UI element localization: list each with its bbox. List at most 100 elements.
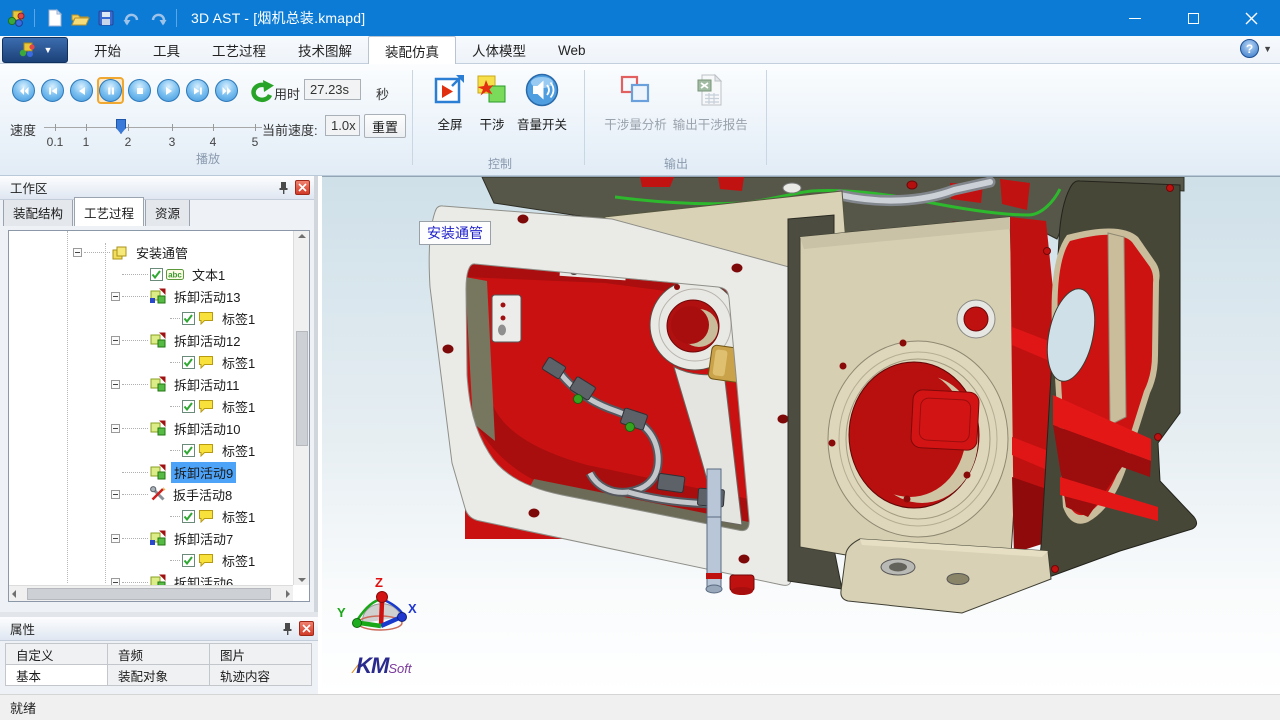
tab-人体模型[interactable]: 人体模型 <box>456 36 542 64</box>
tree-item-标签1[interactable]: 标签1 <box>159 395 258 417</box>
checkbox-checked-icon[interactable] <box>182 554 195 567</box>
help-icon[interactable]: ? <box>1240 39 1259 58</box>
tree-item-标签1[interactable]: 标签1 <box>159 505 258 527</box>
tree-expander[interactable] <box>111 292 120 301</box>
volume-button[interactable]: 音量开关 <box>517 64 567 148</box>
close-icon[interactable] <box>295 180 310 195</box>
tab-技术图解[interactable]: 技术图解 <box>282 36 368 64</box>
tree-item-label[interactable]: 拆卸活动9 <box>171 462 236 483</box>
step-backward-button[interactable] <box>39 77 66 104</box>
close-icon[interactable] <box>299 621 314 636</box>
group-separator <box>412 70 413 165</box>
pause-button[interactable] <box>97 77 124 104</box>
open-folder-icon[interactable] <box>68 6 91 30</box>
step-forward-button[interactable] <box>184 77 211 104</box>
tree-item-label[interactable]: 标签1 <box>219 308 258 329</box>
tree-expander[interactable] <box>111 380 120 389</box>
tree-item-拆卸活动11[interactable]: 拆卸活动11 <box>111 373 243 395</box>
tab-工具[interactable]: 工具 <box>137 36 196 64</box>
tree-horizontal-scrollbar[interactable] <box>9 585 293 601</box>
app-logo-icon[interactable] <box>4 6 27 30</box>
tree-item-label[interactable]: 扳手活动8 <box>170 484 235 505</box>
play-button[interactable] <box>155 77 182 104</box>
tree-item-拆卸活动12[interactable]: 拆卸活动12 <box>111 329 243 351</box>
stop-button[interactable] <box>126 77 153 104</box>
workspace-tab-资源[interactable]: 资源 <box>145 199 190 226</box>
tree-expander[interactable] <box>73 248 82 257</box>
property-tab-自定义[interactable]: 自定义 <box>5 643 108 665</box>
property-tab-基本[interactable]: 基本 <box>5 664 108 686</box>
workspace-tab-工艺过程[interactable]: 工艺过程 <box>74 197 144 226</box>
speed-slider[interactable] <box>44 127 262 128</box>
tab-Web[interactable]: Web <box>542 36 602 64</box>
loop-button[interactable] <box>248 79 274 103</box>
property-tab-轨迹内容[interactable]: 轨迹内容 <box>209 664 312 686</box>
tree-item-拆卸活动9[interactable]: 拆卸活动9 <box>111 461 236 483</box>
3d-viewport[interactable]: 安装通管 Z X Y ⁄KMSoft <box>322 176 1280 694</box>
pin-icon[interactable] <box>281 622 294 636</box>
fullscreen-button[interactable]: 全屏 <box>433 64 467 148</box>
app-menu-button[interactable]: ▼ <box>2 37 68 63</box>
tree-item-label[interactable]: 拆卸活动13 <box>171 286 243 307</box>
tree-item-label[interactable]: 标签1 <box>219 396 258 417</box>
skip-end-button[interactable] <box>213 77 240 104</box>
tab-开始[interactable]: 开始 <box>78 36 137 64</box>
checkbox-checked-icon[interactable] <box>182 356 195 369</box>
reset-button[interactable]: 重置 <box>364 114 406 138</box>
skip-start-button[interactable] <box>10 77 37 104</box>
interference-button[interactable]: 干涉 <box>475 64 509 148</box>
property-tab-图片[interactable]: 图片 <box>209 643 312 665</box>
checkbox-checked-icon[interactable] <box>150 268 163 281</box>
tree-item-label[interactable]: 安装通管 <box>133 242 191 263</box>
close-button[interactable] <box>1222 0 1280 36</box>
scrollbar-thumb[interactable] <box>27 588 271 600</box>
tree-item-label[interactable]: 拆卸活动11 <box>171 374 243 395</box>
tree-expander[interactable] <box>111 490 120 499</box>
tree-expander[interactable] <box>111 424 120 433</box>
tree-item-label[interactable]: 标签1 <box>219 506 258 527</box>
maximize-button[interactable] <box>1164 0 1222 36</box>
redo-icon[interactable] <box>146 6 169 30</box>
tree-expander[interactable] <box>111 534 120 543</box>
tree-item-文本1[interactable]: abc文本1 <box>111 263 228 285</box>
tree-item-label[interactable]: 标签1 <box>219 440 258 461</box>
checkbox-checked-icon[interactable] <box>182 444 195 457</box>
tree-expander[interactable] <box>111 336 120 345</box>
tree-item-拆卸活动13[interactable]: 拆卸活动13 <box>111 285 243 307</box>
checkbox-checked-icon[interactable] <box>182 400 195 413</box>
process-tree[interactable]: 安装通管abc文本1拆卸活动13标签1拆卸活动12标签1拆卸活动11标签1拆卸活… <box>8 230 310 602</box>
property-tab-装配对象[interactable]: 装配对象 <box>107 664 210 686</box>
undo-icon[interactable] <box>120 6 143 30</box>
tree-item-标签1[interactable]: 标签1 <box>159 307 258 329</box>
tree-item-label[interactable]: 文本1 <box>189 264 228 285</box>
tree-item-标签1[interactable]: 标签1 <box>159 439 258 461</box>
save-icon[interactable] <box>94 6 117 30</box>
tab-工艺过程[interactable]: 工艺过程 <box>196 36 282 64</box>
tree-item-扳手活动8[interactable]: 扳手活动8 <box>111 483 235 505</box>
pin-icon[interactable] <box>277 181 290 195</box>
tree-item-安装通管[interactable]: 安装通管 <box>73 241 191 263</box>
play-backward-button[interactable] <box>68 77 95 104</box>
workspace-tab-装配结构[interactable]: 装配结构 <box>3 199 73 226</box>
tree-item-拆卸活动10[interactable]: 拆卸活动10 <box>111 417 243 439</box>
tree-item-label[interactable]: 拆卸活动12 <box>171 330 243 351</box>
tree-item-label[interactable]: 标签1 <box>219 352 258 373</box>
property-tab-音频[interactable]: 音频 <box>107 643 210 665</box>
tab-装配仿真[interactable]: 装配仿真 <box>368 36 456 64</box>
new-document-icon[interactable] <box>42 6 65 30</box>
scrollbar-thumb[interactable] <box>296 331 308 446</box>
tree-item-标签1[interactable]: 标签1 <box>159 351 258 373</box>
tree-item-label[interactable]: 标签1 <box>219 550 258 571</box>
checkbox-checked-icon[interactable] <box>182 510 195 523</box>
export-report-button[interactable]: 输出干涉报告 <box>673 64 748 148</box>
checkbox-checked-icon[interactable] <box>182 312 195 325</box>
minimize-button[interactable] <box>1106 0 1164 36</box>
interference-analysis-button[interactable]: 干涉量分析 <box>604 64 667 148</box>
tree-vertical-scrollbar[interactable] <box>293 231 309 585</box>
tree-item-label[interactable]: 拆卸活动7 <box>171 528 236 549</box>
tree-item-拆卸活动7[interactable]: 拆卸活动7 <box>111 527 236 549</box>
speed-slider-thumb[interactable] <box>116 119 126 134</box>
tree-item-标签1[interactable]: 标签1 <box>159 549 258 571</box>
chevron-down-icon[interactable]: ▼ <box>1263 44 1272 54</box>
tree-item-label[interactable]: 拆卸活动10 <box>171 418 243 439</box>
